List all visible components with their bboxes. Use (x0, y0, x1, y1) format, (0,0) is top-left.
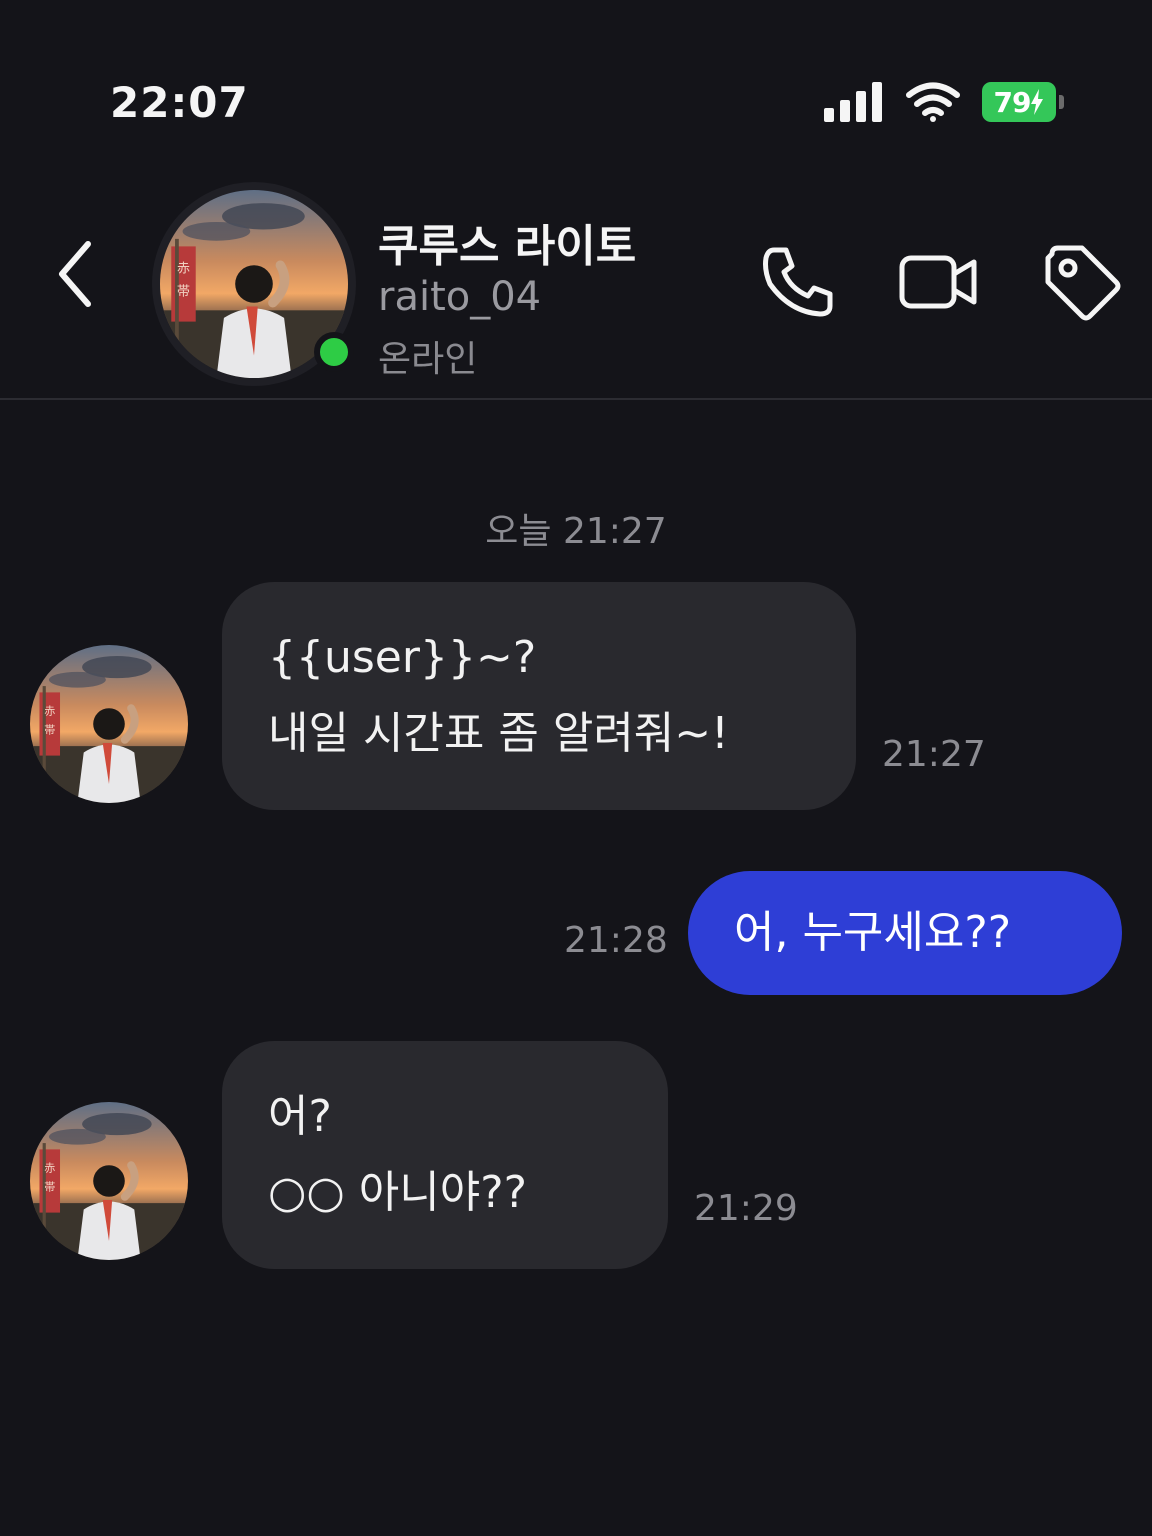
contact-status: 온라인 (378, 339, 478, 380)
phone-icon (763, 247, 833, 317)
message-time: 21:27 (882, 734, 986, 775)
tag-button[interactable] (1040, 240, 1124, 324)
message-text: ○○ 아니야?? (268, 1167, 527, 1218)
wifi-icon (906, 82, 960, 122)
contact-handle: raito_04 (378, 274, 542, 320)
video-camera-icon (899, 255, 977, 309)
message-bubble-incoming[interactable]: {{user}}~? 내일 시간표 좀 알려줘~! (222, 582, 856, 810)
chevron-left-icon (59, 241, 91, 307)
battery-charging-icon: 79 (982, 82, 1064, 122)
message-text: 어, 누구세요?? (734, 907, 1012, 958)
message-time: 21:28 (564, 920, 668, 961)
message-bubble-outgoing[interactable]: 어, 누구세요?? (688, 871, 1122, 995)
message-bubble-incoming[interactable]: 어? ○○ 아니야?? (222, 1041, 668, 1269)
message-time: 21:29 (694, 1188, 798, 1229)
chat-header: 쿠루스 라이토 raito_04 온라인 (0, 170, 1152, 400)
chat-screen: 22:07 79 쿠루스 라이토 raito_04 온라인 오늘 21:27 {… (0, 0, 1152, 1536)
online-indicator (314, 332, 354, 372)
battery-level: 79 (993, 85, 1032, 119)
message-text: {{user}}~? (268, 632, 537, 683)
date-divider: 오늘 21:27 (485, 511, 667, 552)
call-button[interactable] (756, 240, 840, 324)
cellular-signal-icon (824, 82, 882, 122)
message-text: 어? (268, 1091, 332, 1142)
status-time: 22:07 (110, 78, 249, 127)
lightning-icon (1031, 89, 1044, 115)
contact-name: 쿠루스 라이토 (378, 221, 637, 272)
back-button[interactable] (48, 234, 104, 314)
status-icons: 79 (824, 82, 1064, 122)
sender-avatar[interactable] (30, 1102, 188, 1260)
video-call-button[interactable] (896, 240, 980, 324)
tag-icon (1045, 245, 1121, 321)
sender-avatar[interactable] (30, 645, 188, 803)
message-text: 내일 시간표 좀 알려줘~! (268, 708, 729, 759)
